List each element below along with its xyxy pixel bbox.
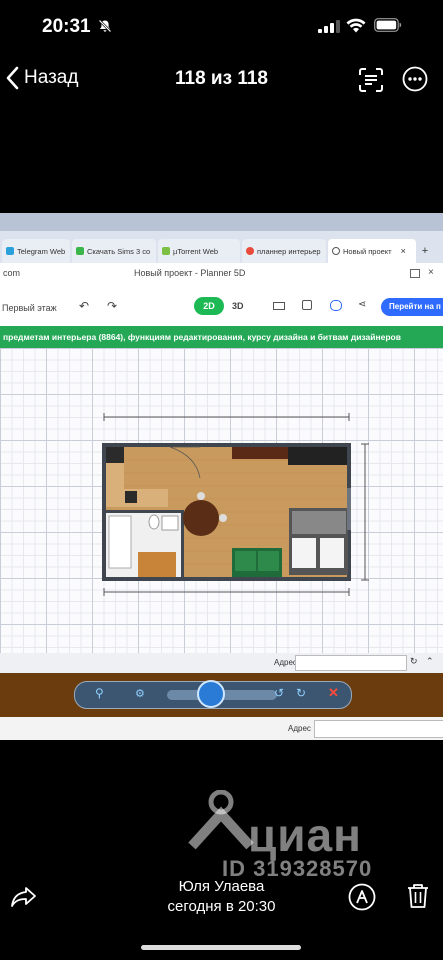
rotate-right-icon[interactable]: ↻	[296, 686, 306, 700]
browser-tab[interactable]: Telegram Web	[2, 239, 70, 263]
bell-slash-icon	[98, 19, 112, 33]
sims-icon	[76, 247, 84, 255]
scroll-up-icon[interactable]: ⌃	[426, 656, 434, 667]
floor-plan	[102, 413, 369, 596]
restore-icon[interactable]	[410, 269, 420, 278]
floor-plan-canvas[interactable]	[0, 348, 443, 653]
watermark-brand: циан	[248, 809, 362, 861]
toggle-3d-button[interactable]: 3D	[232, 301, 244, 311]
more-options-icon[interactable]	[402, 66, 428, 92]
utorrent-icon	[162, 247, 170, 255]
media-player-dock: ⚲ ⚙ ↺ ↻ ✕	[74, 680, 352, 709]
browser-tab-active[interactable]: Новый проект ×	[328, 239, 416, 263]
status-time: 20:31	[42, 16, 91, 37]
window-titlebar: com Новый проект - Planner 5D ×	[0, 263, 443, 283]
planner-icon	[246, 247, 254, 255]
browser-window-frame	[0, 213, 443, 231]
play-button[interactable]	[197, 680, 225, 708]
new-tab-button[interactable]: +	[418, 239, 432, 263]
cian-logo-icon	[188, 790, 254, 850]
close-tab-icon[interactable]: ×	[401, 246, 406, 256]
search-icon[interactable]: ⚲	[95, 686, 104, 700]
copy-icon[interactable]	[302, 300, 312, 310]
gear-icon[interactable]: ⚙	[135, 687, 145, 700]
address-bar-strip: Адрес ↻ ⌃	[0, 653, 443, 673]
telegram-icon	[6, 247, 14, 255]
loading-icon	[332, 247, 340, 255]
redo-icon[interactable]: ↷	[107, 299, 117, 313]
ruler-icon[interactable]	[273, 302, 285, 310]
text-scan-icon[interactable]	[358, 67, 384, 93]
author-name: Юля Улаева	[178, 878, 265, 895]
address-input[interactable]	[295, 655, 407, 671]
bottom-address-strip: Адрес	[0, 717, 443, 740]
browser-tab[interactable]: Скачать Sims 3 co	[72, 239, 156, 263]
address-input-2[interactable]	[314, 720, 443, 738]
markup-icon[interactable]	[348, 883, 376, 911]
delete-icon[interactable]: ✕	[328, 685, 339, 701]
planner-toolbar: Первый этаж ↶ ↷ 2D 3D ⋖ Перейти на п	[0, 283, 443, 317]
url-fragment: com	[3, 268, 21, 278]
cellular-signal-icon	[318, 20, 340, 33]
render-icon[interactable]	[330, 300, 342, 311]
undo-icon[interactable]: ↶	[79, 299, 89, 313]
floor-selector[interactable]: Первый этаж	[2, 303, 57, 313]
sent-date: сегодня в 20:30	[167, 898, 276, 915]
browser-tab[interactable]: µTorrent Web	[158, 239, 240, 263]
share-nodes-icon[interactable]: ⋖	[358, 299, 366, 310]
browser-tab[interactable]: планнер интерьер	[242, 239, 326, 263]
window-close-icon[interactable]: ×	[428, 267, 434, 278]
upgrade-button[interactable]: Перейти на п	[381, 298, 443, 316]
rotate-left-icon[interactable]: ↺	[274, 686, 284, 700]
trash-icon[interactable]	[406, 882, 430, 910]
home-indicator[interactable]	[141, 945, 301, 950]
photo-image[interactable]: Telegram Web Скачать Sims 3 co µTorrent …	[0, 213, 443, 740]
address-label: Адрес	[274, 658, 297, 667]
refresh-icon[interactable]: ↻	[410, 656, 418, 667]
window-title: Новый проект - Planner 5D	[134, 268, 246, 278]
wifi-icon	[346, 18, 366, 33]
toggle-2d-button[interactable]: 2D	[194, 297, 224, 315]
taskbar: ⚲ ⚙ ↺ ↻ ✕	[0, 673, 443, 717]
address-label-2: Адрес	[288, 724, 311, 733]
battery-icon	[374, 18, 402, 32]
promo-banner[interactable]: предметам интерьера (8864), функциям ред…	[0, 326, 443, 348]
browser-tab-strip: Telegram Web Скачать Sims 3 co µTorrent …	[0, 231, 443, 263]
